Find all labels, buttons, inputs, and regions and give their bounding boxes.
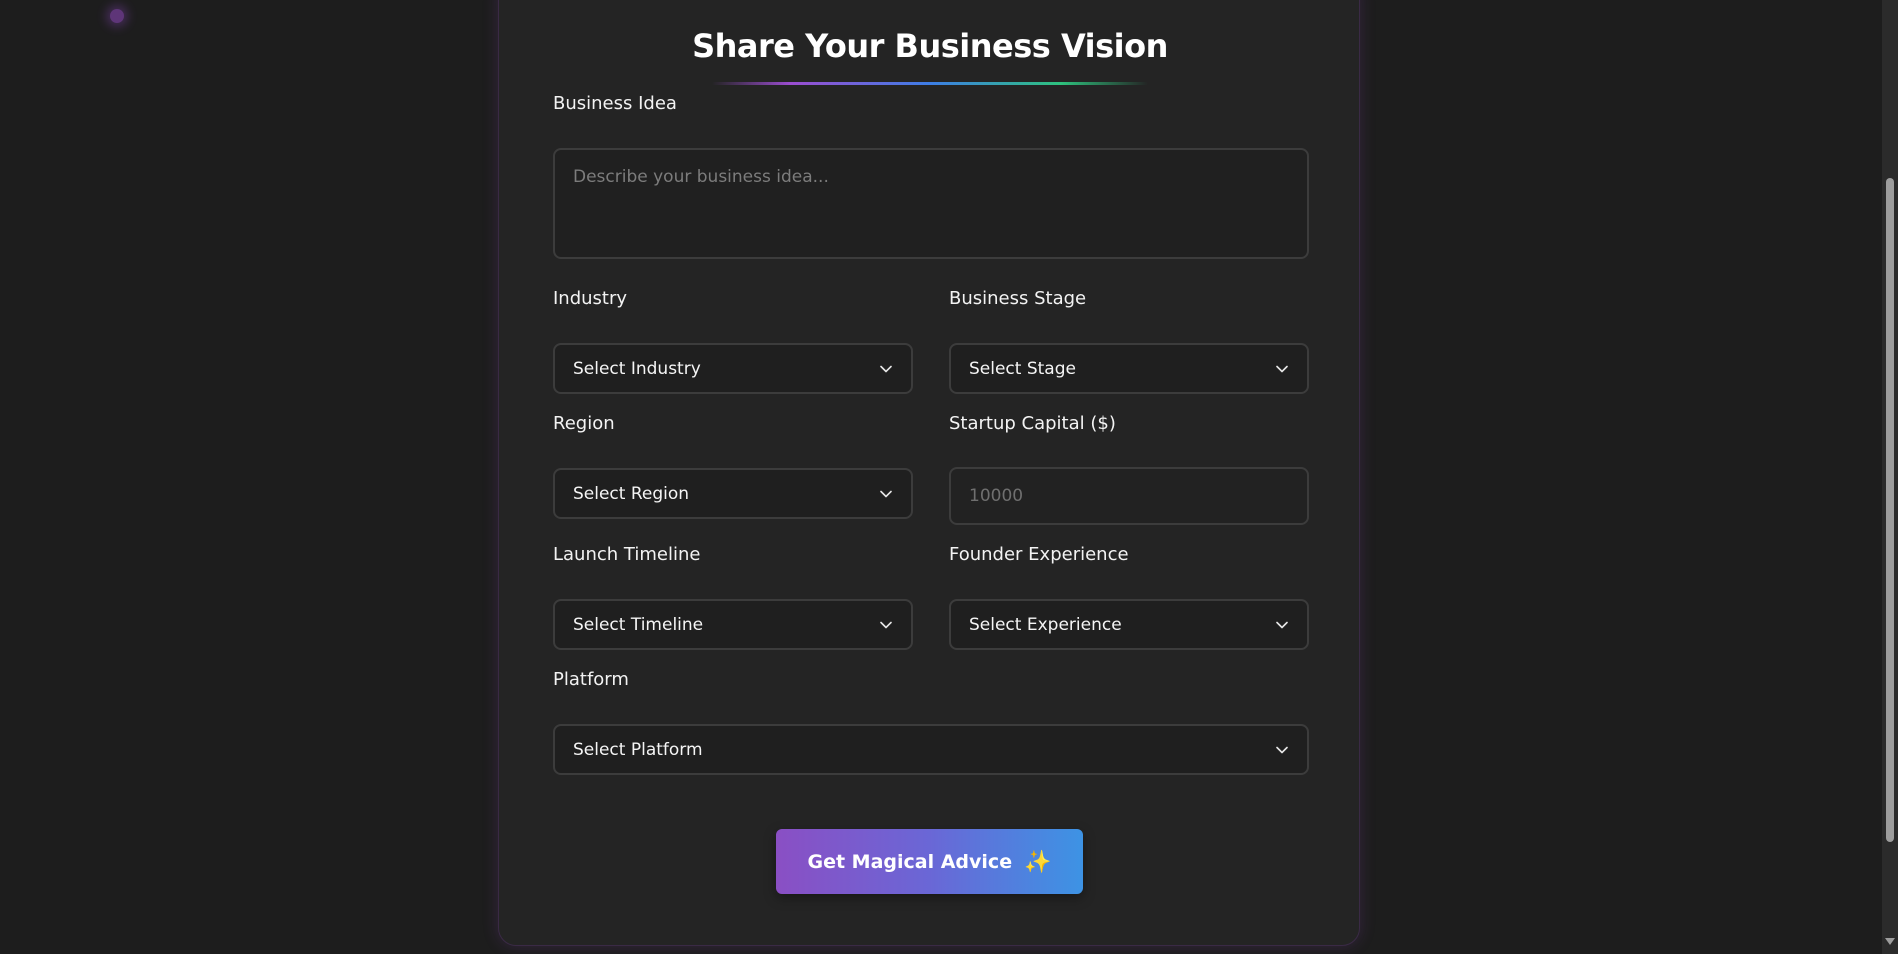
business-idea-label: Business Idea (553, 93, 677, 114)
vertical-scrollbar[interactable] (1882, 0, 1898, 954)
startup-capital-input[interactable] (949, 467, 1309, 525)
industry-select-value: Select Industry (573, 358, 701, 379)
launch-timeline-select-value: Select Timeline (573, 614, 704, 635)
founder-experience-select-value: Select Experience (969, 614, 1122, 635)
chevron-down-icon (1275, 362, 1289, 376)
business-stage-label: Business Stage (949, 288, 1087, 309)
chevron-down-icon (1275, 743, 1289, 757)
platform-select-value: Select Platform (573, 739, 703, 760)
sparkles-icon: ✨ (1024, 848, 1052, 874)
get-magical-advice-label: Get Magical Advice (807, 850, 1013, 873)
region-select-value: Select Region (573, 483, 690, 504)
title-underline (712, 82, 1148, 85)
region-label: Region (553, 413, 615, 434)
business-stage-select-value: Select Stage (969, 358, 1076, 379)
industry-select[interactable]: Select Industry (553, 343, 913, 394)
industry-label: Industry (553, 288, 628, 309)
platform-select[interactable]: Select Platform (553, 724, 1309, 775)
business-idea-textarea[interactable] (553, 148, 1309, 259)
scrollbar-thumb[interactable] (1886, 178, 1894, 842)
chevron-down-icon (879, 487, 893, 501)
region-select[interactable]: Select Region (553, 468, 913, 519)
founder-experience-select[interactable]: Select Experience (949, 599, 1309, 650)
chevron-down-icon (879, 618, 893, 632)
scroll-down-arrow-icon[interactable] (1885, 938, 1895, 945)
founder-experience-label: Founder Experience (949, 544, 1129, 565)
business-stage-select[interactable]: Select Stage (949, 343, 1309, 394)
chevron-down-icon (1275, 618, 1289, 632)
business-vision-form: Share Your Business Vision Business Idea… (498, 0, 1360, 946)
get-magical-advice-button[interactable]: Get Magical Advice ✨ (776, 829, 1083, 894)
platform-label: Platform (553, 669, 629, 690)
chevron-down-icon (879, 362, 893, 376)
launch-timeline-select[interactable]: Select Timeline (553, 599, 913, 650)
page: Share Your Business Vision Business Idea… (0, 0, 1898, 954)
startup-capital-label: Startup Capital ($) (949, 413, 1116, 434)
decorative-glow-dot (110, 9, 124, 23)
launch-timeline-label: Launch Timeline (553, 544, 701, 565)
form-title: Share Your Business Vision (692, 27, 1168, 65)
